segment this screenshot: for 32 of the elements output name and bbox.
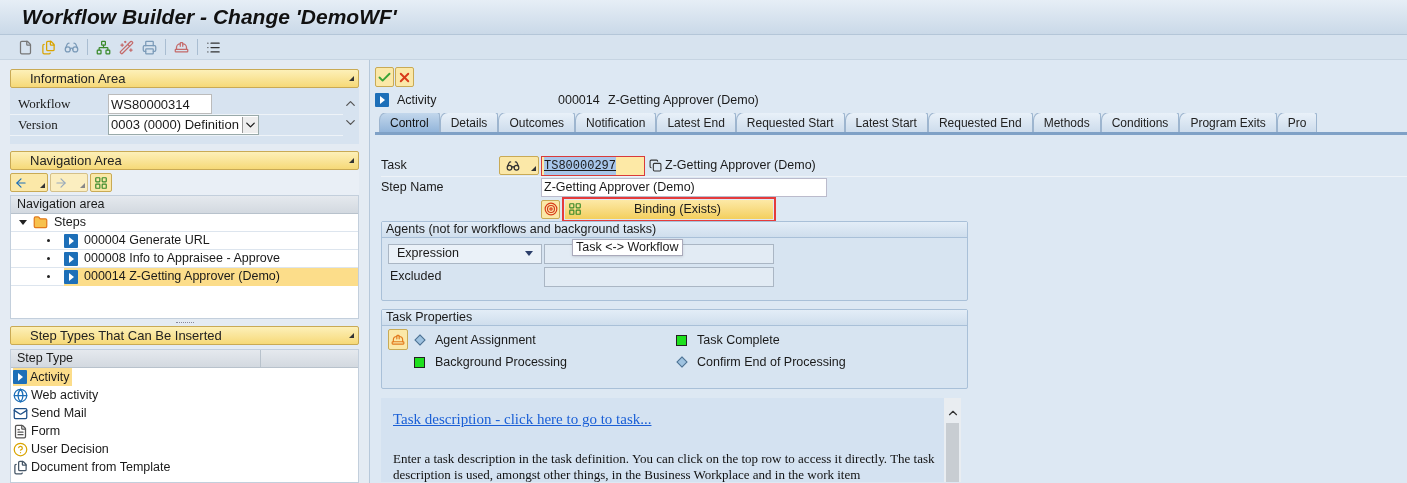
field-label: Excluded — [389, 268, 443, 286]
step-type-label: Form — [31, 422, 61, 440]
field-label: Workflow — [17, 95, 72, 114]
property-label: Confirm End of Processing — [697, 353, 846, 371]
tree-label: Steps — [54, 214, 86, 232]
property-label: Background Processing — [435, 353, 568, 371]
field-label: Step Name — [381, 178, 445, 196]
tree-label: 000014 Z-Getting Approver (Demo) — [84, 268, 280, 286]
group-header: Task Properties — [382, 310, 967, 326]
property-label: Task Complete — [697, 331, 780, 349]
step-type-label: User Decision — [31, 440, 109, 458]
step-number: 000014 — [558, 91, 601, 109]
tree-label: 000004 Generate URL — [84, 232, 210, 250]
panel-title: Step Types That Can Be Inserted — [30, 326, 222, 345]
step-name-text: Z-Getting Approver (Demo) — [608, 91, 759, 109]
field-label: Version — [17, 116, 59, 135]
panel-title: Navigation Area — [30, 151, 122, 170]
tooltip: Task <-> Workflow — [572, 239, 683, 256]
field-label: Task — [381, 157, 408, 175]
step-type-label: Activity — [30, 368, 70, 386]
window-title: Workflow Builder - Change 'DemoWF' — [22, 4, 397, 31]
description-paragraph: Enter a task description in the task definition. You can click on the top row to access it directly. The task description is used, amongst other things, in the Business Workplace and in the work item — [393, 450, 936, 483]
step-type-text: Activity — [397, 91, 438, 109]
tree-header: Navigation area — [11, 196, 358, 214]
step-type-label: Send Mail — [31, 404, 87, 422]
task-description-text: Z-Getting Approver (Demo) — [665, 157, 816, 175]
column-header: Step Type — [11, 350, 261, 367]
panel-title: Information Area — [30, 69, 126, 88]
step-type-label: Web activity — [31, 386, 99, 404]
tree-label: 000008 Info to Appraisee - Approve — [84, 250, 280, 268]
group-header: Agents (not for workflows and background tasks) — [382, 222, 967, 238]
property-label: Agent Assignment — [435, 331, 536, 349]
